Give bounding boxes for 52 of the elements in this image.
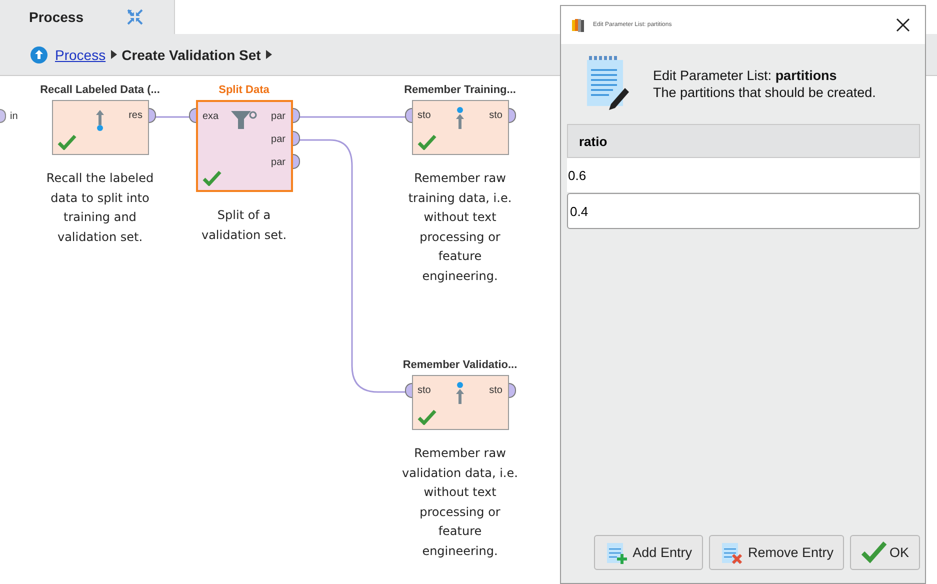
operator-description: Recall the labeled data to split into training and validation set.	[46, 170, 154, 246]
ok-button[interactable]: OK	[850, 535, 920, 570]
breadcrumb-link[interactable]: Process	[55, 46, 106, 62]
port[interactable]	[404, 383, 412, 398]
operator-box[interactable]: res	[52, 100, 148, 155]
operator-title: Recall Labeled Data (...	[40, 84, 160, 98]
input-field[interactable]: 0.4	[567, 193, 920, 229]
port-label: par	[271, 156, 286, 170]
port-label: res	[128, 109, 142, 123]
port-label: sto	[418, 384, 431, 398]
port-label: par	[271, 110, 286, 124]
arrow-up-icon	[456, 107, 464, 129]
close-icon[interactable]	[896, 18, 910, 32]
operator-title: Remember Validatio...	[402, 359, 518, 373]
arrow-up-icon	[456, 382, 464, 404]
app-logo-icon	[571, 17, 587, 33]
checkmark-icon	[202, 170, 222, 186]
port-label: sto	[418, 109, 431, 123]
process-tab[interactable]: Process	[0, 0, 175, 34]
operator-title: Split Data	[218, 84, 270, 98]
operator-box[interactable]: sto sto	[412, 100, 508, 155]
funnel-icon	[231, 111, 257, 129]
caret-icon	[110, 50, 117, 59]
operator-box[interactable]: exa par par par	[196, 100, 292, 192]
caret-icon	[266, 50, 272, 59]
operator-description: Remember raw training data, i.e. without text processing or feature engineering.	[408, 170, 512, 284]
add-entry-button[interactable]: Add Entry	[594, 535, 703, 570]
port-label: sto	[489, 109, 502, 123]
port-label: exa	[202, 110, 219, 124]
operator-title: Remember Training...	[404, 84, 516, 98]
breadcrumb-item[interactable]: Create Validation Set	[122, 46, 261, 62]
dialog-heading: Edit Parameter List: partitions	[653, 67, 838, 84]
port-label: in	[10, 110, 18, 122]
port[interactable]	[0, 109, 6, 123]
operator-box[interactable]: sto sto	[412, 375, 508, 430]
port-label: par	[271, 133, 286, 147]
column-header[interactable]: ratio	[567, 124, 920, 158]
operator-description: Remember raw validation data, i.e. without text processing or feature engineering.	[402, 445, 518, 560]
operator-description: Split of a validation set.	[201, 207, 287, 244]
port[interactable]	[404, 108, 412, 123]
port[interactable]	[188, 108, 196, 123]
port-label: sto	[489, 384, 502, 398]
checkmark-icon	[56, 134, 76, 150]
arrow-up-icon	[96, 110, 104, 131]
dialog-description: The partitions that should be created.	[653, 84, 876, 101]
table-cell[interactable]: 0.6	[567, 158, 920, 192]
checkmark-icon	[861, 540, 888, 566]
checkmark-icon	[416, 134, 436, 150]
collapse-icon	[127, 9, 144, 25]
up-icon	[30, 46, 48, 64]
checkmark-icon	[416, 409, 436, 425]
remove-entry-button[interactable]: Remove Entry	[708, 535, 844, 570]
